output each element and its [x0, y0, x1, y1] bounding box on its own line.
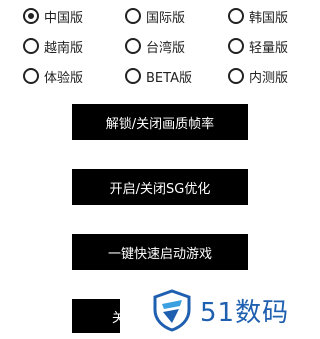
radio-option-international[interactable]: 国际版	[125, 6, 185, 26]
unlock-framerate-button[interactable]: 解锁/关闭画质帧率	[72, 104, 248, 140]
radio-option-beta[interactable]: BETA版	[125, 66, 192, 86]
radio-option-label: 内测版	[249, 70, 289, 86]
radio-circle-icon	[23, 68, 39, 84]
radio-option-china[interactable]: 中国版	[23, 6, 83, 26]
radio-option-korea[interactable]: 韩国版	[228, 6, 288, 26]
app-screen: 中国版 国际版 韩国版 越南版 台湾版 轻量版 体验版 BETA版 内测版 解锁…	[0, 0, 320, 339]
radio-circle-icon	[228, 68, 244, 84]
radio-option-label: 韩国版	[249, 10, 289, 26]
toggle-sg-optimization-button[interactable]: 开启/关闭SG优化	[72, 169, 248, 205]
radio-circle-icon	[228, 38, 244, 54]
radio-circle-icon	[125, 68, 141, 84]
radio-option-internal-test[interactable]: 内测版	[228, 66, 288, 86]
radio-option-label: 轻量版	[249, 40, 289, 56]
radio-circle-icon	[23, 8, 39, 24]
quick-start-game-button[interactable]: 一键快速启动游戏	[72, 234, 248, 270]
radio-circle-icon	[228, 8, 244, 24]
radio-option-label: 国际版	[146, 10, 186, 26]
radio-option-label: 越南版	[44, 40, 84, 56]
radio-option-label: 中国版	[44, 10, 84, 26]
radio-option-label: 台湾版	[146, 40, 186, 56]
radio-circle-icon	[125, 38, 141, 54]
shield-logo-icon	[153, 289, 191, 332]
radio-option-lite[interactable]: 轻量版	[228, 36, 288, 56]
radio-option-experience[interactable]: 体验版	[23, 66, 83, 86]
radio-circle-icon	[23, 38, 39, 54]
watermark-text: 51数码	[200, 297, 290, 328]
radio-option-taiwan[interactable]: 台湾版	[125, 36, 185, 56]
radio-option-vietnam[interactable]: 越南版	[23, 36, 83, 56]
radio-option-label: BETA版	[146, 70, 192, 86]
watermark: 51数码	[150, 288, 289, 332]
radio-circle-icon	[125, 8, 141, 24]
radio-option-label: 体验版	[44, 70, 84, 86]
